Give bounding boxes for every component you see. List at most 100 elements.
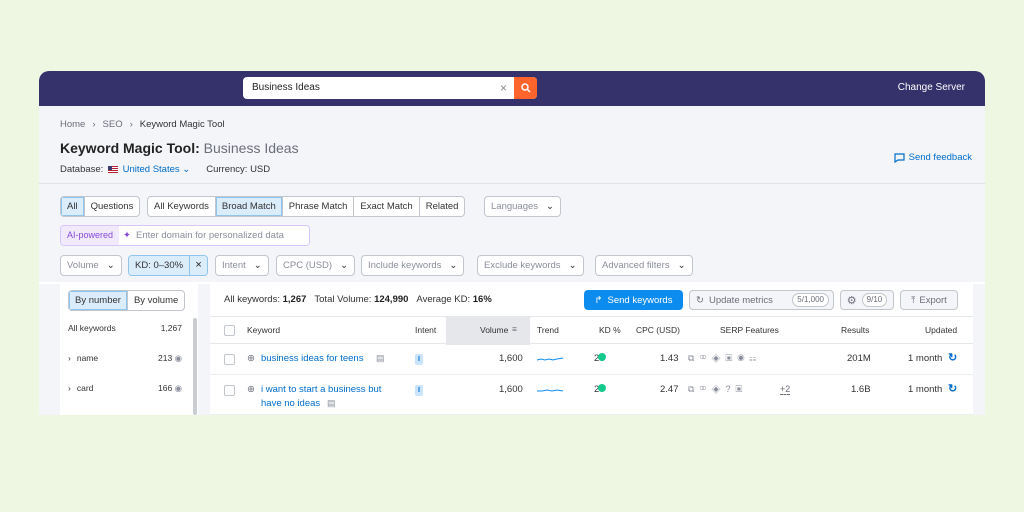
average-kd-value: 16% xyxy=(472,294,492,305)
refresh-icon[interactable]: ↻ xyxy=(948,351,957,364)
add-icon[interactable]: ⊕ xyxy=(247,384,255,395)
serp-page-icon[interactable]: ▤ xyxy=(327,398,336,409)
chevron-down-icon: ⌄ xyxy=(677,260,686,271)
table-row: ⊕ i want to start a business but have no… xyxy=(210,376,973,415)
by-number-button[interactable]: By number xyxy=(69,291,128,310)
search-button[interactable] xyxy=(514,77,537,99)
eye-icon[interactable]: ◉ xyxy=(175,353,182,363)
chevron-down-icon: ⌄ xyxy=(182,164,191,175)
keyword-link-continued[interactable]: have no ideas xyxy=(261,398,320,409)
column-trend[interactable]: Trend xyxy=(537,325,559,335)
column-cpc[interactable]: CPC (USD) xyxy=(636,325,680,335)
kd-filter-chip[interactable]: KD: 0–30% × xyxy=(128,255,209,276)
send-feedback-link[interactable]: Send feedback xyxy=(894,152,972,163)
advanced-filters-dropdown[interactable]: Advanced filters ⌄ xyxy=(595,255,693,276)
breadcrumb-home[interactable]: Home xyxy=(60,119,85,130)
currency-label: Currency: USD xyxy=(206,164,271,175)
refresh-icon[interactable]: ↻ xyxy=(948,382,957,395)
intent-label: Intent xyxy=(222,260,246,271)
query-title: Business Ideas xyxy=(203,140,299,156)
upload-icon: ⤒ xyxy=(911,294,916,306)
group-count: 166 xyxy=(158,382,173,393)
domain-input[interactable]: ✦ Enter domain for personalized data xyxy=(119,226,310,245)
group-name: card xyxy=(76,383,94,393)
send-keywords-button[interactable]: ↱ Send keywords xyxy=(584,290,683,310)
ai-powered-tag: AI-powered xyxy=(61,226,120,245)
chevron-right-icon[interactable]: › xyxy=(68,383,71,393)
feedback-label: Send feedback xyxy=(908,152,972,163)
sort-icon[interactable]: ≡ xyxy=(512,324,517,334)
keyword-link[interactable]: i want to start a business but xyxy=(261,384,381,395)
chevron-right-icon: › xyxy=(92,119,96,130)
languages-label: Languages xyxy=(491,201,539,212)
select-all-checkbox[interactable] xyxy=(224,325,235,336)
cpc-dropdown[interactable]: CPC (USD) ⌄ xyxy=(276,255,356,276)
intent-badge: I xyxy=(415,354,423,365)
volume-dropdown[interactable]: Volume ⌄ xyxy=(60,255,122,276)
list-item[interactable]: › card 166 ◉ xyxy=(60,378,190,398)
column-results[interactable]: Results xyxy=(841,325,869,335)
search-input[interactable]: Business Ideas xyxy=(252,82,320,93)
column-keyword[interactable]: Keyword xyxy=(247,325,280,335)
settings-count-badge: 9/10 xyxy=(861,293,888,307)
database-label: Database: xyxy=(60,164,104,175)
kd-dot xyxy=(598,384,606,392)
share-arrow-icon: ↱ xyxy=(594,294,603,306)
tab-all[interactable]: All xyxy=(61,197,85,216)
include-keywords-dropdown[interactable]: Include keywords ⌄ xyxy=(361,255,465,276)
update-metrics-button[interactable]: ↻ Update metrics 5/1,000 xyxy=(689,290,834,310)
breadcrumb-seo[interactable]: SEO xyxy=(103,119,123,130)
breadcrumb-current: Keyword Magic Tool xyxy=(139,119,225,130)
updated-value: 1 month xyxy=(908,384,943,395)
eye-icon[interactable]: ◉ xyxy=(175,383,182,393)
serp-page-icon[interactable]: ▤ xyxy=(376,353,385,364)
serp-feature-icons[interactable]: ⧉⚭◈?▣ xyxy=(688,384,747,395)
change-server-link[interactable]: Change Server xyxy=(898,82,965,93)
list-item[interactable]: › name 213 ◉ xyxy=(60,348,190,368)
cpc-label: CPC (USD) xyxy=(283,260,333,271)
serp-more-count[interactable]: +2 xyxy=(780,384,791,395)
tab-exact-match[interactable]: Exact Match xyxy=(354,197,420,216)
export-button[interactable]: ⤒ Export xyxy=(900,290,958,310)
row-checkbox[interactable] xyxy=(224,354,235,365)
database-value[interactable]: United States xyxy=(123,164,180,175)
ai-domain-field: AI-powered ✦ Enter domain for personaliz… xyxy=(60,225,311,246)
clear-icon[interactable]: × xyxy=(500,77,507,99)
tab-all-keywords[interactable]: All Keywords xyxy=(148,197,216,216)
tab-questions[interactable]: Questions xyxy=(85,197,140,216)
all-keywords-group[interactable]: All keywords 1,267 xyxy=(60,318,190,338)
exclude-keywords-dropdown[interactable]: Exclude keywords ⌄ xyxy=(477,255,584,276)
chevron-down-icon: ⌄ xyxy=(546,201,554,212)
tab-broad-match[interactable]: Broad Match xyxy=(215,197,283,216)
close-icon[interactable]: × xyxy=(189,256,208,275)
tab-related[interactable]: Related xyxy=(420,197,465,216)
column-intent[interactable]: Intent xyxy=(415,325,436,335)
results-value: 201M xyxy=(847,353,871,364)
row-checkbox[interactable] xyxy=(224,385,235,396)
column-updated[interactable]: Updated xyxy=(925,325,957,335)
groups-panel: By number By volume All keywords 1,267 ›… xyxy=(60,284,198,415)
refresh-icon: ↻ xyxy=(696,294,704,306)
keyword-link[interactable]: business ideas for teens xyxy=(261,353,363,364)
chevron-down-icon: ⌄ xyxy=(568,260,577,271)
languages-dropdown[interactable]: Languages ⌄ xyxy=(484,196,561,217)
add-icon[interactable]: ⊕ xyxy=(247,353,255,364)
chevron-right-icon[interactable]: › xyxy=(68,353,71,363)
database-selector[interactable]: Database: United States ⌄ xyxy=(60,164,190,175)
kd-dot xyxy=(598,353,606,361)
search-box[interactable]: Business Ideas × xyxy=(243,77,537,99)
tool-title: Keyword Magic Tool: xyxy=(60,140,200,156)
column-kd[interactable]: KD % xyxy=(599,325,621,335)
by-volume-button[interactable]: By volume xyxy=(128,291,184,310)
tab-phrase-match[interactable]: Phrase Match xyxy=(283,197,355,216)
serp-feature-icons[interactable]: ⧉⚭◈▣◉☷ xyxy=(688,353,761,364)
all-keywords-label: All keywords: xyxy=(224,294,280,305)
column-volume[interactable]: Volume xyxy=(480,325,508,335)
table-header: Keyword Intent Volume ≡ Trend KD % CPC (… xyxy=(210,316,973,345)
app-window: Business Ideas × Change Server Home › SE… xyxy=(39,71,985,415)
all-keywords-value: 1,267 xyxy=(282,294,307,305)
intent-dropdown[interactable]: Intent ⌄ xyxy=(215,255,269,276)
scrollbar[interactable] xyxy=(193,318,197,415)
settings-button[interactable]: ⚙ 9/10 xyxy=(840,290,894,310)
column-serp-features[interactable]: SERP Features xyxy=(720,325,779,335)
